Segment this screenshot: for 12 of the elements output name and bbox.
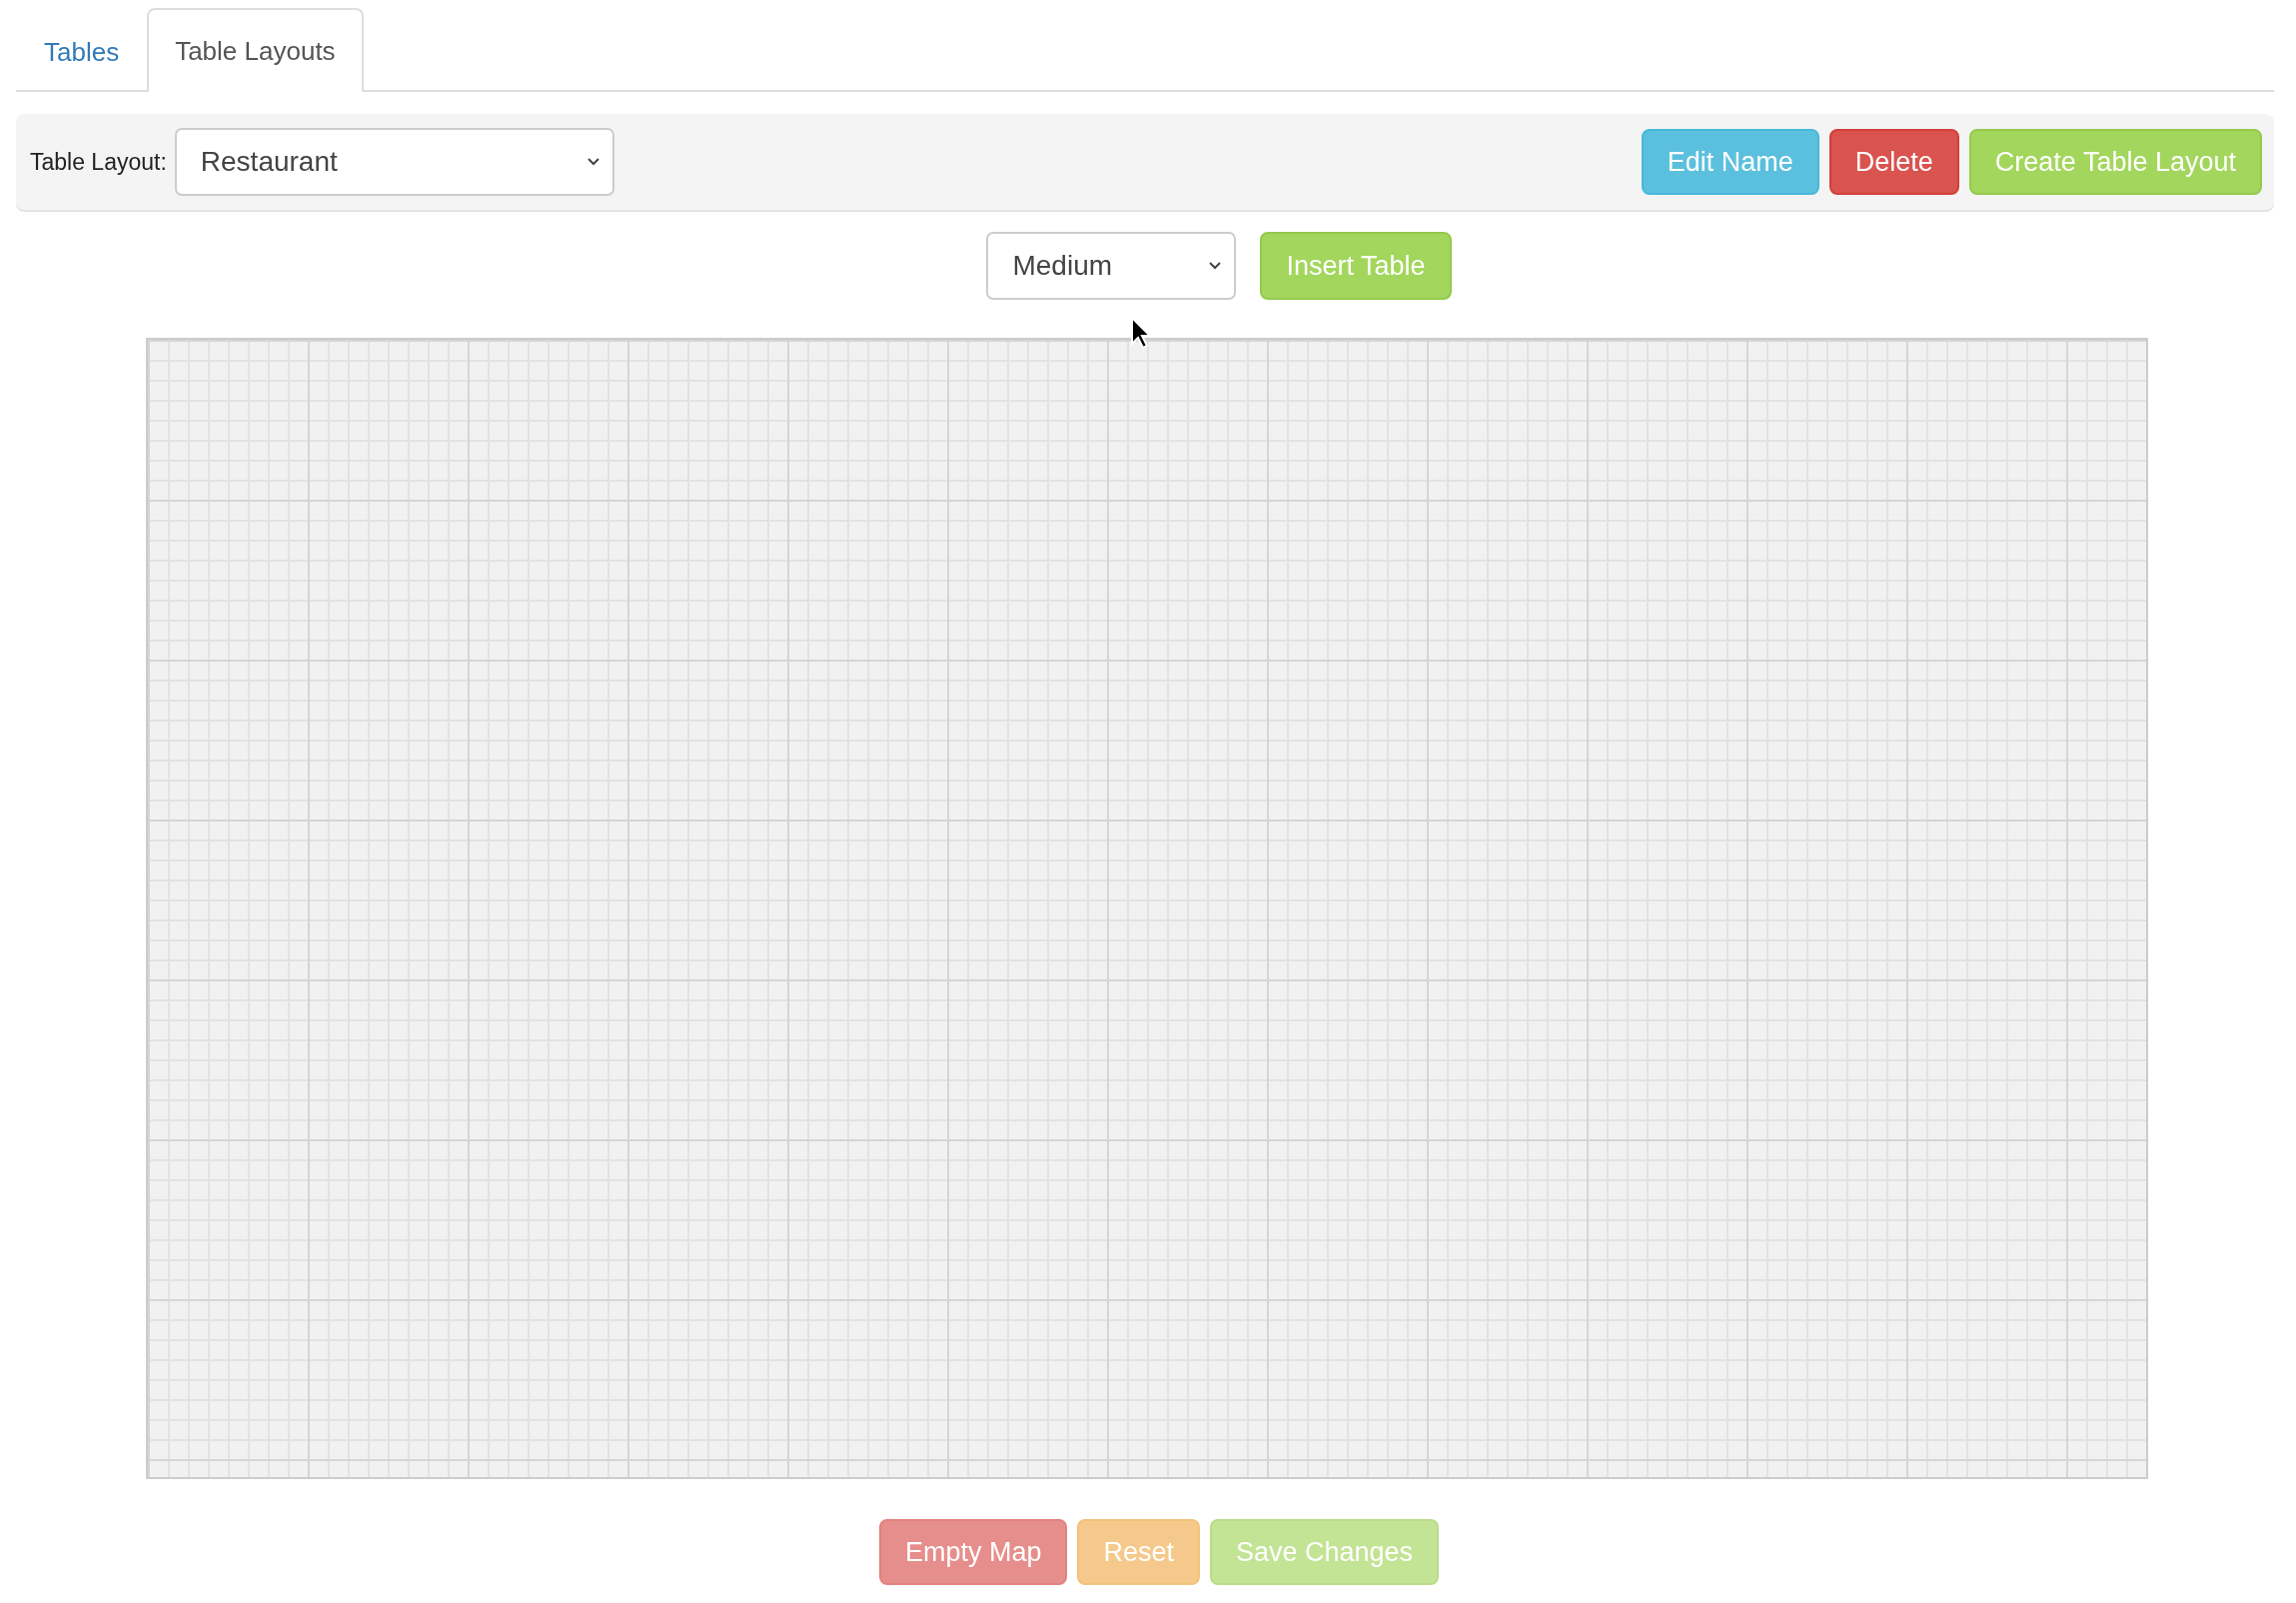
grid-canvas[interactable]: [146, 338, 2148, 1479]
delete-button[interactable]: Delete: [1828, 129, 1959, 195]
tab[interactable]: Tables: [16, 10, 148, 92]
edit-name-button[interactable]: Edit Name: [1641, 129, 1819, 195]
size-select[interactable]: Medium: [986, 232, 1237, 300]
chevron-down-icon: [585, 157, 600, 167]
insert-table-button[interactable]: Insert Table: [1260, 232, 1452, 300]
layout-label: Table Layout:: [30, 148, 167, 176]
layout-select[interactable]: Restaurant: [174, 128, 614, 196]
create-layout-button[interactable]: Create Table Layout: [1968, 129, 2262, 195]
chevron-down-icon: [1208, 261, 1223, 271]
tab[interactable]: Table Layouts: [147, 8, 364, 92]
